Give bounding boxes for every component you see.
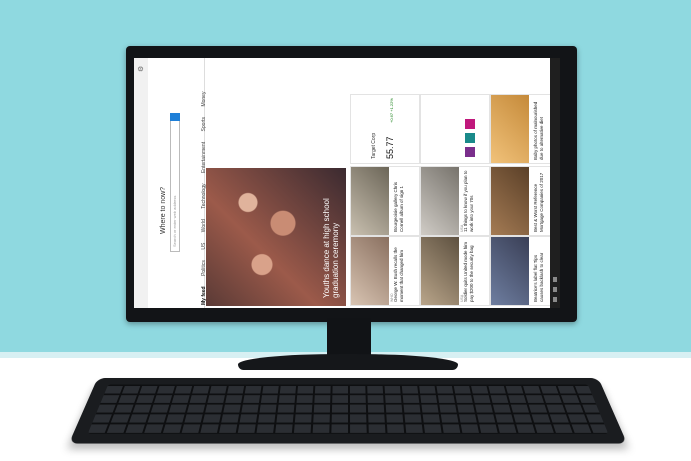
news-card-image — [491, 95, 529, 163]
monitor-stand-base — [238, 354, 458, 370]
edge-icon[interactable] — [553, 277, 557, 282]
news-card-title: Best & Worst Reference Mortgage Companie… — [533, 172, 544, 232]
search-button[interactable] — [170, 113, 180, 121]
sports-widget[interactable] — [420, 94, 490, 164]
news-card-image — [491, 237, 529, 305]
windows-taskbar — [550, 58, 560, 308]
news-card[interactable]: USA Soldier quits United mode him pay $2… — [420, 236, 490, 306]
news-card[interactable]: WHO George W. Bush recalls the moment th… — [350, 236, 420, 306]
new-tab-search-area: Where to now? Search or enter web addres… — [148, 58, 192, 308]
browser-toolbar: ⚙ — [134, 58, 149, 308]
stock-widget[interactable]: Target Corp 55.77 +0.67 +1.22% — [350, 94, 420, 164]
news-card-image — [421, 237, 459, 305]
news-card-image — [351, 237, 389, 305]
news-card-image — [351, 167, 389, 235]
news-card-title: Beatrice's label flat Tips causes backla… — [533, 252, 544, 302]
news-card-title: 11 things to know if you plan to work in… — [463, 170, 474, 232]
gear-icon[interactable]: ⚙ — [137, 66, 145, 72]
news-card-image — [421, 167, 459, 235]
stock-value: 55.77 — [385, 136, 395, 159]
news-card-image — [491, 167, 529, 235]
news-card-title: Soldier quits United mode him pay $200 t… — [463, 241, 474, 302]
news-card[interactable]: USA 11 things to know if you plan to wor… — [420, 166, 490, 236]
stock-name: Target Corp — [371, 132, 377, 159]
news-grid: Youths dance at high school graduation c… — [204, 58, 560, 308]
news-card-title: Bourgeoisie gallery Chris Cornell album … — [393, 181, 404, 232]
news-card[interactable]: Bourgeoisie gallery Chris Cornell album … — [350, 166, 420, 236]
browser-window: ⚙ Where to now? Search or enter web addr… — [134, 58, 560, 308]
stock-change: +0.67 +1.22% — [389, 98, 394, 123]
app-tile[interactable] — [465, 147, 475, 157]
hero-title: Youths dance at high school graduation c… — [322, 198, 340, 298]
news-card-title: Baby photos of malnourished due to alter… — [533, 101, 544, 160]
search-input[interactable]: Search or enter web address — [170, 116, 180, 252]
monitor-screen: ⚙ Where to now? Search or enter web addr… — [134, 58, 560, 308]
news-card-title: George W. Bush recalls the moment that c… — [393, 247, 404, 302]
start-icon[interactable] — [553, 297, 557, 302]
keyboard-keys — [87, 384, 609, 434]
hero-story[interactable]: Youths dance at high school graduation c… — [206, 168, 346, 306]
search-icon[interactable] — [553, 287, 557, 292]
app-tile[interactable] — [465, 133, 475, 143]
keyboard — [68, 378, 628, 444]
search-prompt: Where to now? — [160, 186, 167, 234]
app-tile[interactable] — [465, 119, 475, 129]
